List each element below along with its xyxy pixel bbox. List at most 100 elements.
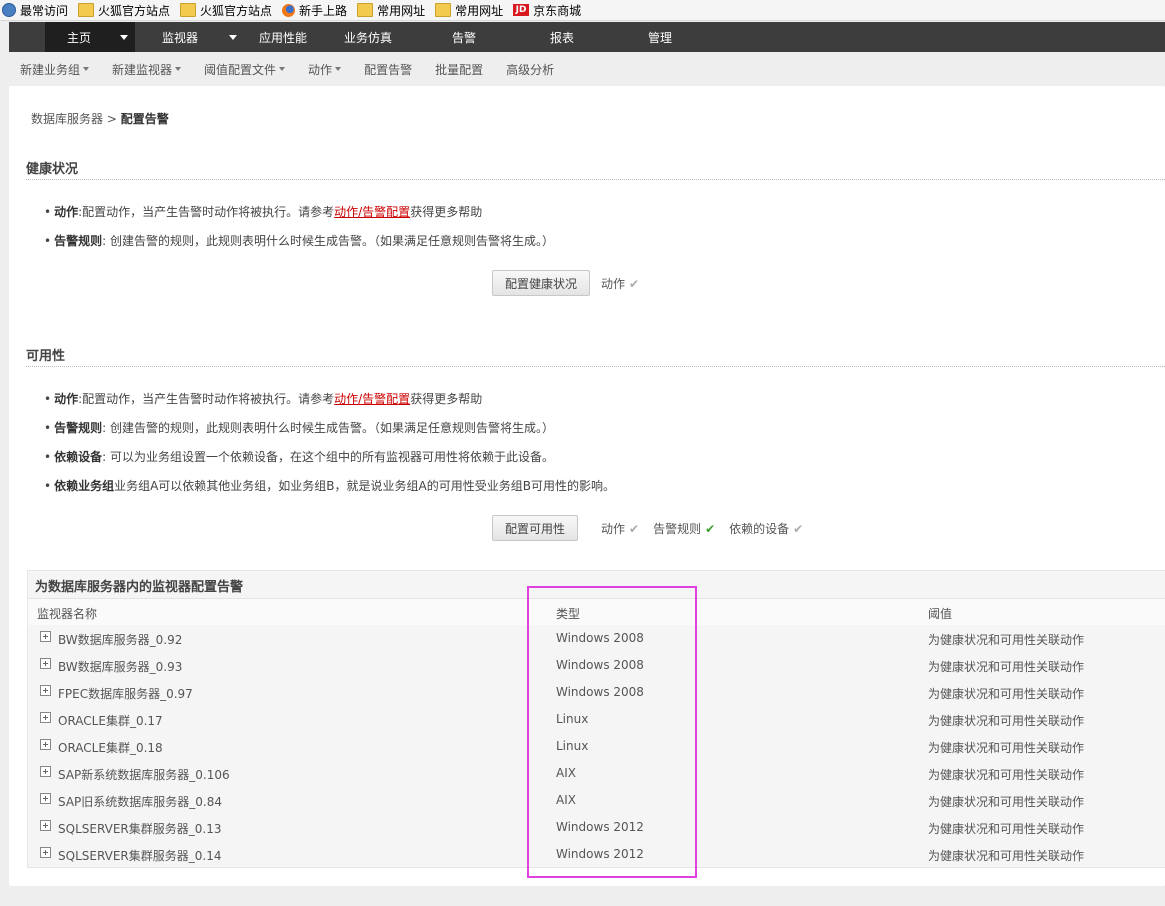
bullet-text: :配置动作，当产生告警时动作将被执行。请参考 (78, 392, 335, 406)
subnav-actions[interactable]: 动作 (308, 61, 342, 78)
bullet-text: 获得更多帮助 (410, 392, 483, 406)
subnav-label: 阈值配置文件 (204, 62, 277, 77)
monitor-threshold: 为健康状况和可用性关联动作 (928, 714, 1085, 728)
health-section-title: 健康状况 (26, 162, 79, 177)
chevron-down-icon (83, 67, 90, 71)
availability-action-help: • 动作:配置动作，当产生告警时动作将被执行。请参考动作/告警配置获得更多帮助 (44, 390, 482, 407)
nav-app-performance-label: 应用性能 (258, 30, 307, 45)
nav-reports[interactable]: 报表 (517, 22, 607, 52)
bookmarks-bar: 最常访问 火狐官方站点 火狐官方站点 新手上路 常用网址 常用网址 JD 京东商城 (0, 0, 1165, 21)
availability-rule-help: • 告警规则: 创建告警的规则，此规则表明什么时候生成告警。（如果满足任意规则告警… (44, 419, 554, 436)
bullet-dot: • (44, 479, 52, 493)
main-nav: 主页 监视器 应用性能 业务仿真 告警 报表 管理 (9, 22, 1165, 52)
monitor-name[interactable]: SAP新系统数据库服务器_0.106 (58, 766, 230, 783)
bullet-label: 动作 (54, 205, 79, 219)
expand-plus-icon[interactable] (40, 847, 51, 858)
monitor-name[interactable]: ORACLE集群_0.18 (58, 739, 163, 756)
bookmark-label: 火狐官方站点 (98, 3, 171, 18)
subnav-new-monitor[interactable]: 新建监视器 (112, 61, 182, 78)
nav-alarms[interactable]: 告警 (411, 22, 517, 52)
bullet-dot: • (44, 234, 52, 248)
bullet-label: 动作 (54, 392, 79, 406)
nav-home-label: 主页 (66, 30, 91, 45)
bullet-text: :配置动作，当产生告警时动作将被执行。请参考 (78, 205, 335, 219)
bookmark-label: 火狐官方站点 (200, 3, 273, 18)
health-status: 动作 ✔ (601, 275, 653, 292)
action-alarm-config-link[interactable]: 动作/告警配置 (334, 205, 410, 219)
bookmark-item[interactable]: 常用网址 (355, 2, 425, 19)
bookmark-label: 常用网址 (455, 3, 504, 18)
chevron-down-icon (229, 34, 237, 40)
monitor-name[interactable]: SQLSERVER集群服务器_0.14 (58, 847, 221, 864)
nav-alarms-label: 告警 (451, 30, 476, 45)
nav-monitors[interactable]: 监视器 (135, 22, 225, 52)
nav-business-simulation[interactable]: 业务仿真 (325, 22, 411, 52)
divider (26, 179, 1165, 180)
expand-plus-icon[interactable] (40, 685, 51, 696)
globe-icon (2, 3, 16, 17)
subnav-threshold-profile[interactable]: 阈值配置文件 (204, 61, 286, 78)
subnav-bulk-config[interactable]: 批量配置 (435, 61, 483, 78)
check-icon: ✔ (629, 521, 640, 536)
bookmark-label: 最常访问 (20, 3, 69, 18)
bullet-dot: • (44, 421, 52, 435)
column-header-threshold: 阈值 (928, 607, 953, 621)
nav-app-performance[interactable]: 应用性能 (241, 22, 325, 52)
monitor-name[interactable]: BW数据库服务器_0.93 (58, 658, 182, 675)
bookmark-label: 常用网址 (377, 3, 426, 18)
configure-health-button[interactable]: 配置健康状况 (492, 270, 591, 296)
bookmark-item[interactable]: 火狐官方站点 (178, 2, 272, 19)
bullet-dot: • (44, 392, 52, 406)
nav-home[interactable]: 主页 (45, 22, 113, 52)
monitor-name[interactable]: BW数据库服务器_0.92 (58, 631, 182, 648)
bullet-text: : 创建告警的规则，此规则表明什么时候生成告警。（如果满足任意规则告警将生成。） (102, 234, 554, 248)
subnav-label: 批量配置 (435, 62, 484, 77)
subnav-new-business-group[interactable]: 新建业务组 (20, 61, 90, 78)
expand-plus-icon[interactable] (40, 658, 51, 669)
nav-admin[interactable]: 管理 (607, 22, 713, 52)
monitor-threshold: 为健康状况和可用性关联动作 (928, 768, 1085, 782)
monitor-threshold: 为健康状况和可用性关联动作 (928, 822, 1085, 836)
bookmark-item[interactable]: 常用网址 (433, 2, 503, 19)
nav-home-dropdown[interactable] (113, 22, 135, 52)
bullet-text: : 创建告警的规则，此规则表明什么时候生成告警。（如果满足任意规则告警将生成。） (102, 421, 554, 435)
monitor-name[interactable]: SQLSERVER集群服务器_0.13 (58, 820, 221, 837)
folder-icon (435, 3, 452, 17)
configure-availability-button[interactable]: 配置可用性 (492, 515, 579, 541)
folder-icon (78, 3, 95, 17)
bullet-text: 获得更多帮助 (410, 205, 483, 219)
expand-plus-icon[interactable] (40, 766, 51, 777)
table-title: 为数据库服务器内的监视器配置告警 (35, 580, 244, 595)
bullet-label: 依赖设备 (54, 450, 103, 464)
monitor-threshold: 为健康状况和可用性关联动作 (928, 741, 1085, 755)
expand-plus-icon[interactable] (40, 712, 51, 723)
expand-plus-icon[interactable] (40, 739, 51, 750)
monitor-name[interactable]: ORACLE集群_0.17 (58, 712, 163, 729)
bullet-label: 告警规则 (54, 421, 103, 435)
check-icon: ✔ (705, 521, 716, 536)
bookmark-item[interactable]: 火狐官方站点 (76, 2, 170, 19)
monitor-threshold: 为健康状况和可用性关联动作 (928, 849, 1085, 863)
expand-plus-icon[interactable] (40, 820, 51, 831)
action-alarm-config-link[interactable]: 动作/告警配置 (334, 392, 410, 406)
subnav-configure-alarms[interactable]: 配置告警 (364, 61, 412, 78)
status-rule-label: 告警规则 (653, 522, 702, 536)
breadcrumb-parent[interactable]: 数据库服务器 (31, 112, 103, 126)
bookmark-label: 京东商城 (533, 3, 582, 18)
bullet-dot: • (44, 205, 52, 219)
monitor-name[interactable]: SAP旧系统数据库服务器_0.84 (58, 793, 222, 810)
bookmark-item[interactable]: 新手上路 (280, 2, 347, 19)
monitor-threshold: 为健康状况和可用性关联动作 (928, 633, 1085, 647)
expand-plus-icon[interactable] (40, 793, 51, 804)
bookmark-item[interactable]: 最常访问 (0, 2, 68, 19)
subnav-advanced-analysis[interactable]: 高级分析 (506, 61, 554, 78)
monitor-threshold: 为健康状况和可用性关联动作 (928, 660, 1085, 674)
monitor-name[interactable]: FPEC数据库服务器_0.97 (58, 685, 193, 702)
status-action-label: 动作 (601, 522, 626, 536)
nav-reports-label: 报表 (549, 30, 574, 45)
nav-monitors-dropdown[interactable] (225, 22, 241, 52)
expand-plus-icon[interactable] (40, 631, 51, 642)
bookmark-item[interactable]: JD 京东商城 (511, 2, 581, 19)
subnav-label: 动作 (308, 62, 333, 77)
